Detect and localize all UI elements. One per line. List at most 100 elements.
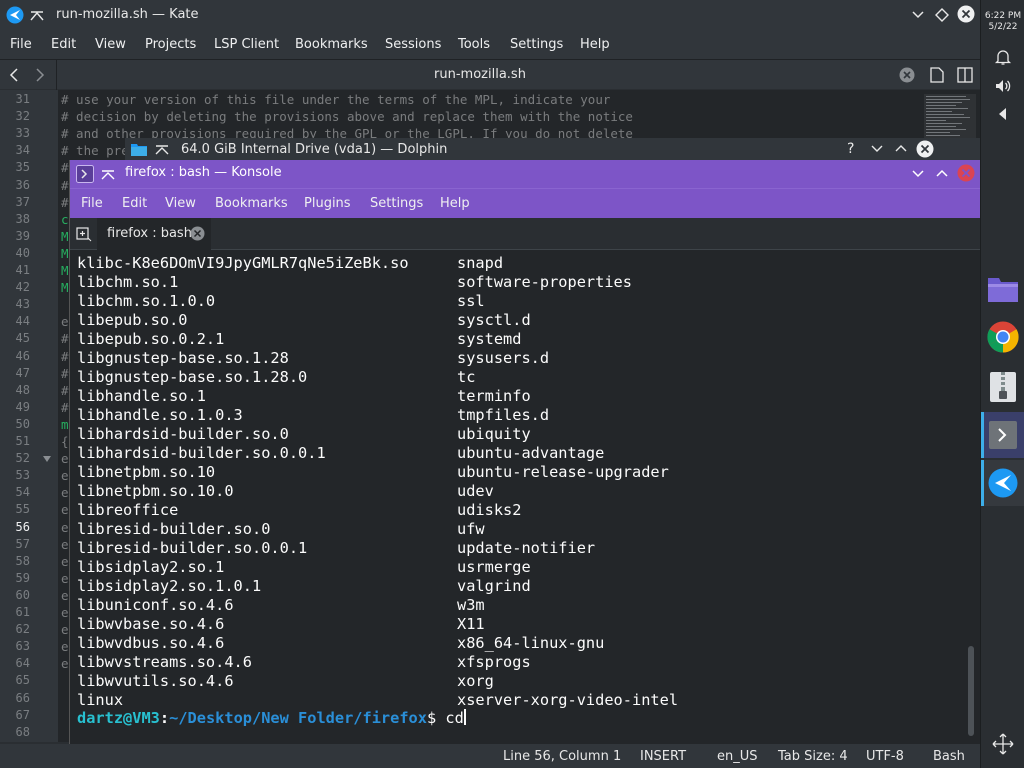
line-number: 42: [15, 280, 30, 295]
menu-help[interactable]: Help: [580, 37, 610, 52]
line-number: 49: [15, 399, 30, 414]
terminal-prompt-line[interactable]: dartz@VM3:~/Desktop/New Folder/firefox$ …: [77, 709, 466, 727]
terminal-entry: sysctl.d: [457, 311, 531, 329]
encoding[interactable]: UTF-8: [866, 749, 904, 764]
taskbar-dolphin[interactable]: [981, 266, 1024, 312]
new-document-icon[interactable]: [930, 67, 944, 83]
menu-file[interactable]: File: [81, 196, 103, 211]
clock-time[interactable]: 6:22 PM: [981, 11, 1024, 21]
fold-marker-icon[interactable]: [42, 455, 52, 463]
terminal-entry: usrmerge: [457, 558, 531, 576]
maximize-icon[interactable]: [935, 8, 949, 22]
line-number: 43: [15, 297, 30, 312]
code-line: # the pre: [61, 143, 129, 159]
overview-icon[interactable]: [992, 733, 1014, 755]
menu-projects[interactable]: Projects: [145, 37, 196, 52]
code-line-fragment: #: [61, 399, 69, 415]
folder-icon[interactable]: [130, 141, 148, 157]
konsole-window-title: firefox : bash — Konsole: [125, 165, 282, 180]
menu-plugins[interactable]: Plugins: [304, 196, 351, 211]
clock-date[interactable]: 5/2/22: [981, 22, 1024, 32]
dolphin-titlebar: 64.0 GiB Internal Drive (vda1) — Dolphin…: [125, 138, 980, 160]
code-line-fragment: e: [61, 622, 69, 638]
maximize-icon[interactable]: [936, 168, 948, 178]
terminal-entry: tc: [457, 368, 476, 386]
code-line-fragment: M: [61, 280, 69, 296]
syntax-mode[interactable]: Bash: [933, 749, 965, 764]
kate-app-icon[interactable]: [6, 6, 24, 24]
folder-icon: [987, 274, 1019, 304]
cursor-position[interactable]: Line 56, Column 1: [503, 749, 621, 764]
close-icon[interactable]: [957, 164, 975, 182]
close-icon[interactable]: [957, 5, 975, 23]
menu-bookmarks[interactable]: Bookmarks: [295, 37, 368, 52]
konsole-tabbar: firefox : bash: [70, 218, 981, 250]
menu-file[interactable]: File: [10, 37, 32, 52]
line-number: 41: [15, 263, 30, 277]
konsole-tab[interactable]: firefox : bash: [97, 218, 211, 250]
keep-above-icon[interactable]: [30, 8, 44, 22]
new-tab-icon[interactable]: [76, 226, 92, 242]
code-line-fragment: #: [61, 194, 69, 210]
code-line-fragment: e: [61, 502, 69, 518]
line-number: 57: [15, 536, 30, 551]
menu-sessions[interactable]: Sessions: [385, 37, 441, 52]
maximize-icon[interactable]: [895, 143, 907, 153]
help-icon[interactable]: ?: [847, 141, 854, 157]
menu-bookmarks[interactable]: Bookmarks: [215, 196, 288, 211]
konsole-menubar: File Edit View Bookmarks Plugins Setting…: [70, 188, 981, 218]
terminal-entry: ufw: [457, 520, 485, 538]
menu-edit[interactable]: Edit: [51, 37, 76, 52]
expand-panel-icon[interactable]: [998, 108, 1008, 120]
minimize-icon[interactable]: [871, 144, 883, 154]
menu-view[interactable]: View: [165, 196, 196, 211]
line-number: 34: [15, 143, 30, 158]
minimize-icon[interactable]: [911, 9, 925, 21]
menu-lsp-client[interactable]: LSP Client: [214, 37, 279, 52]
taskbar-konsole[interactable]: [981, 412, 1024, 458]
keep-above-icon[interactable]: [155, 143, 169, 155]
terminal-area[interactable]: klibc-K8e6DOmVI9JpyGMLR7qNe5iZeBk.so libc…: [70, 250, 981, 744]
close-icon[interactable]: [916, 140, 934, 158]
code-line-fragment: M: [61, 263, 69, 278]
menu-edit[interactable]: Edit: [122, 196, 147, 211]
taskbar-archiver[interactable]: [981, 364, 1024, 410]
line-number: 63: [15, 639, 30, 654]
menu-tools[interactable]: Tools: [458, 37, 490, 52]
menu-settings[interactable]: Settings: [370, 196, 423, 211]
code-line-fragment: e: [61, 451, 69, 467]
menu-help[interactable]: Help: [440, 196, 470, 211]
input-mode[interactable]: INSERT: [640, 749, 686, 764]
terminal-entry: libresid-builder.so.0.0.1: [77, 539, 308, 557]
split-view-icon[interactable]: [957, 67, 973, 83]
terminal-entry: libwvstreams.so.4.6: [77, 653, 252, 671]
terminal-entry: libresid-builder.so.0: [77, 520, 271, 538]
kate-document-tab[interactable]: run-mozilla.sh: [0, 67, 960, 82]
notifications-icon[interactable]: [994, 48, 1012, 66]
tab-close-icon[interactable]: [899, 67, 915, 83]
code-line-fragment: e: [61, 570, 69, 586]
menu-settings[interactable]: Settings: [510, 37, 563, 52]
minimize-icon[interactable]: [912, 169, 924, 179]
menu-view[interactable]: View: [95, 37, 126, 52]
volume-icon[interactable]: [994, 77, 1012, 95]
active-task-indicator: [981, 460, 984, 506]
dictionary[interactable]: en_US: [717, 749, 758, 764]
tab-size[interactable]: Tab Size: 4: [778, 749, 848, 764]
keep-above-icon[interactable]: [101, 168, 115, 180]
terminal-entry: systemd: [457, 330, 522, 348]
taskbar-kate[interactable]: [981, 460, 1024, 506]
dolphin-window-title: 64.0 GiB Internal Drive (vda1) — Dolphin: [181, 142, 448, 157]
terminal-entry: ubiquity: [457, 425, 531, 443]
terminal-entry: udisks2: [457, 501, 522, 519]
taskbar-chrome[interactable]: [981, 314, 1024, 360]
tab-close-icon[interactable]: [190, 226, 205, 241]
code-line-fragment: e: [61, 639, 69, 655]
code-line: # use your version of this file under th…: [61, 92, 611, 107]
terminal-entry: libhardsid-builder.so.0.0.1: [77, 444, 326, 462]
konsole-app-icon[interactable]: [76, 165, 94, 183]
terminal-scrollbar-thumb[interactable]: [968, 646, 974, 736]
terminal-entry: terminfo: [457, 387, 531, 405]
konsole-tab-label: firefox : bash: [107, 226, 192, 241]
code-line-fragment: M: [61, 245, 69, 261]
